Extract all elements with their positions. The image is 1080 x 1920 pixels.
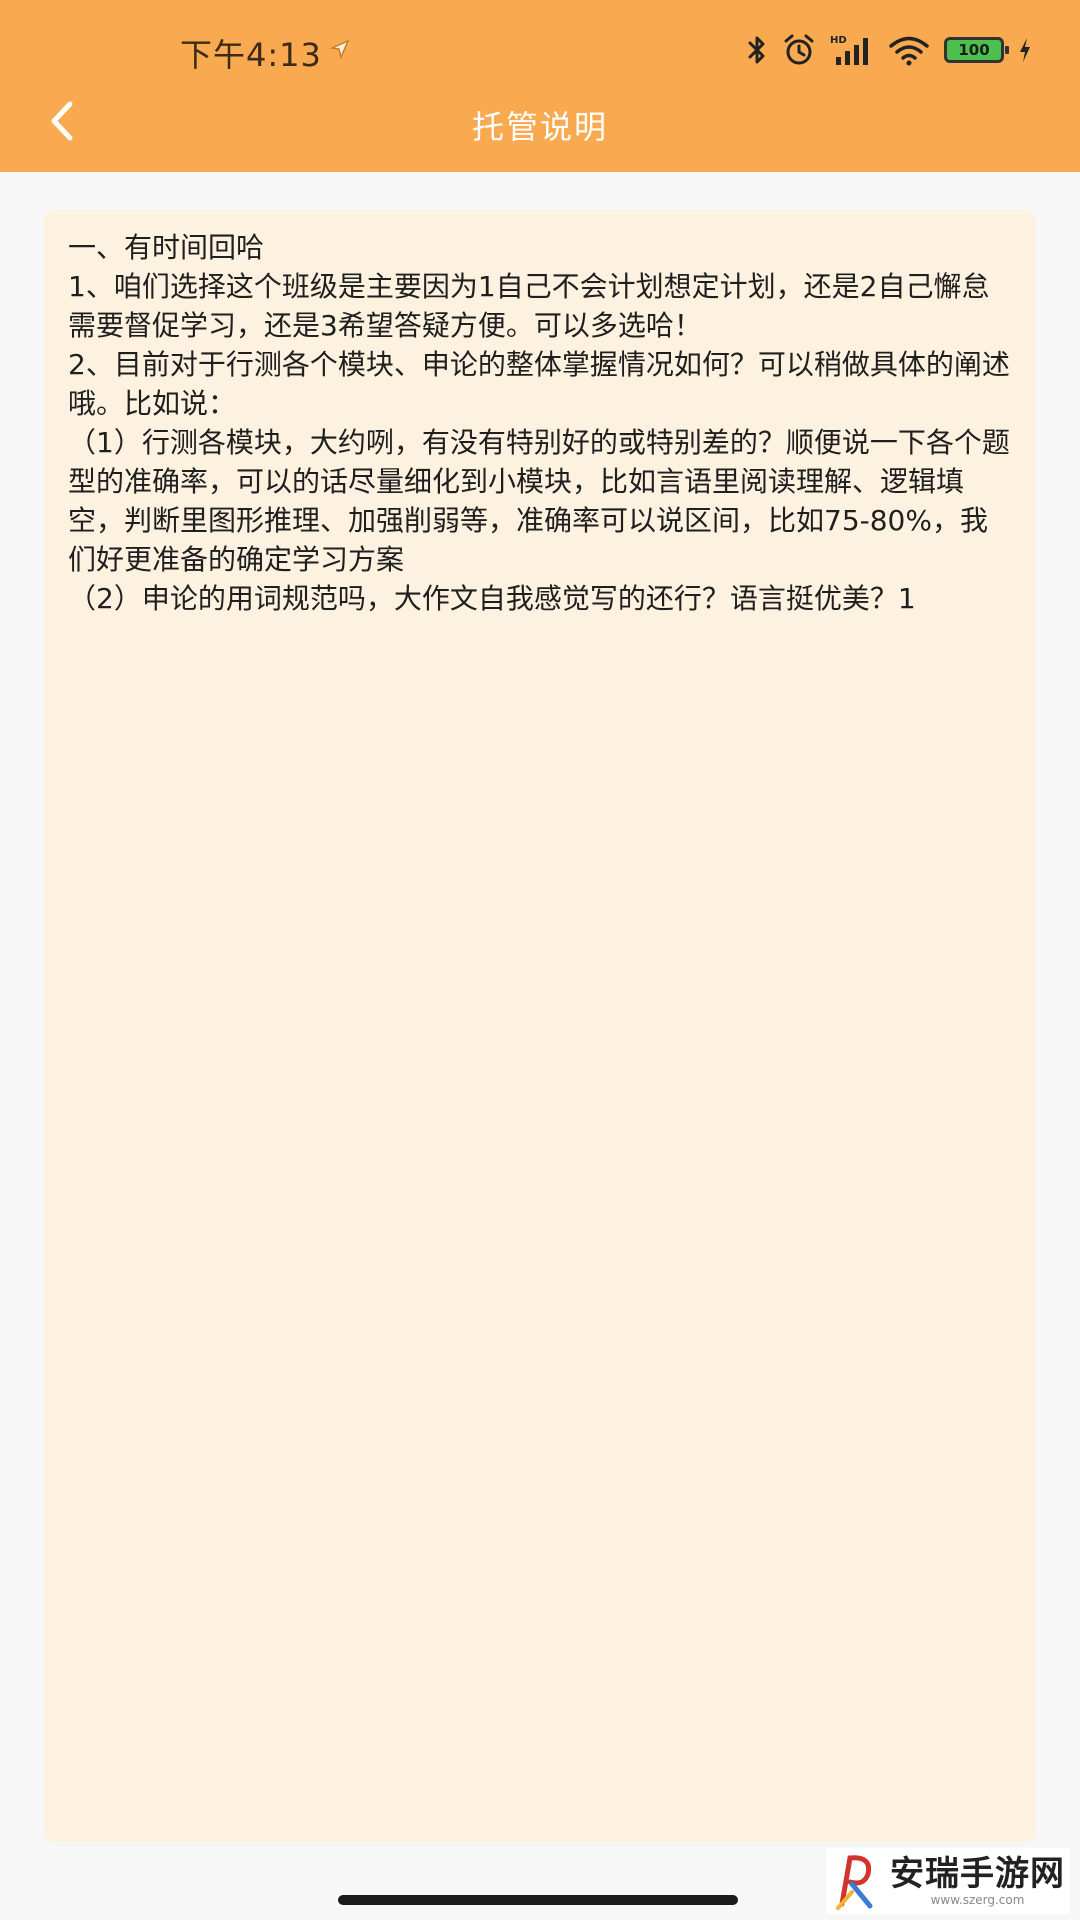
alarm-icon [782,33,816,67]
battery-icon: 100 [944,33,1009,67]
description-card: 一、有时间回哈 1、咱们选择这个班级是主要因为1自己不会计划想定计划，还是2自己… [44,210,1036,1842]
description-line: 一、有时间回哈 [68,231,265,264]
watermark-emblem-icon [836,1855,873,1910]
status-icons: HD 100 [746,28,1032,72]
battery-level: 100 [958,41,990,59]
watermark-logo: 安瑞手游网 www.szerg.com [826,1848,1070,1914]
svg-text:HD: HD [830,35,847,46]
signal-hd-icon: HD [830,33,874,67]
status-time: 下午4:13 [180,36,322,74]
location-icon [328,36,352,60]
home-indicator[interactable] [338,1895,738,1905]
description-line: 1、咱们选择这个班级是主要因为1自己不会计划想定计划，还是2自己懈怠需要督促学习… [68,270,990,342]
description-line: （1）行测各模块，大约咧，有没有特别好的或特别差的？顺便说一下各个题型的准确率，… [68,426,1010,576]
wifi-icon [888,33,930,67]
description-line: （2）申论的用词规范吗，大作文自我感觉写的还行？语言挺优美？1 [68,582,916,615]
page-title: 托管说明 [471,108,608,146]
app-header: 下午4:13 HD 100 托管说明 [0,0,1080,172]
watermark-url: www.szerg.com [930,1893,1025,1907]
bluetooth-icon [746,33,768,67]
watermark-name: 安瑞手游网 [890,1854,1065,1894]
description-line: 2、目前对于行测各个模块、申论的整体掌握情况如何？可以稍做具体的阐述哦。比如说： [68,348,1010,420]
charging-icon [1018,33,1032,67]
